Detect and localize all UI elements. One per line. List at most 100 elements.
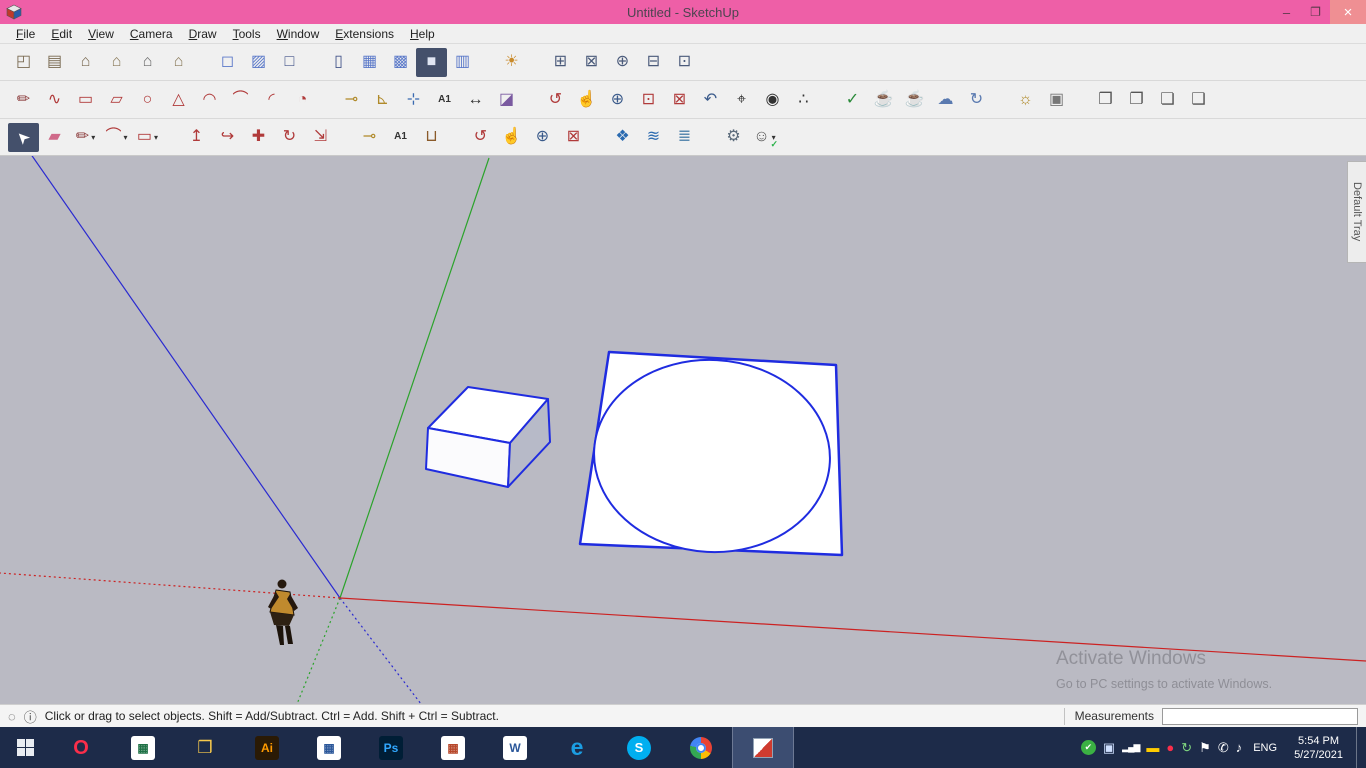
view-back-button[interactable]: ⌂: [132, 48, 163, 77]
rectangle-tool-button[interactable]: ▭: [70, 85, 101, 114]
select-tool-button[interactable]: ➤: [8, 123, 39, 152]
vray-asset-editor-button[interactable]: ✓: [837, 85, 868, 114]
menu-view[interactable]: View: [80, 25, 122, 43]
taskbar-office-2[interactable]: ▦: [298, 727, 360, 768]
zoom-window-tool-button[interactable]: ⊡: [633, 85, 664, 114]
eraser-tool-button[interactable]: ▰: [39, 123, 70, 152]
text-tool-button-2[interactable]: A1: [385, 123, 416, 152]
tray-antivirus-icon[interactable]: ✔: [1081, 740, 1096, 755]
tray-phone-icon[interactable]: ✆: [1218, 740, 1229, 756]
clock[interactable]: 5:54 PM 5/27/2021: [1288, 734, 1349, 762]
solid-outer-shell-button[interactable]: ⊞: [545, 48, 576, 77]
menu-camera[interactable]: Camera: [122, 25, 181, 43]
taskbar-photoshop[interactable]: Ps: [360, 727, 422, 768]
tray-pc-status-icon[interactable]: ▣: [1103, 740, 1115, 756]
tray-dhl-icon[interactable]: ▬: [1146, 740, 1159, 755]
geolocation-status-icon[interactable]: ◌: [8, 709, 16, 724]
menu-draw[interactable]: Draw: [181, 25, 225, 43]
text-tool-button[interactable]: A1: [429, 85, 460, 114]
section-plane-tool-button[interactable]: ◪: [491, 85, 522, 114]
shape-tools-dropdown-button[interactable]: ▭: [132, 123, 163, 152]
taskbar-office-1[interactable]: ▦: [112, 727, 174, 768]
view-iso-button[interactable]: ◰: [8, 48, 39, 77]
show-desktop-button[interactable]: [1356, 727, 1364, 768]
zoom-tool-button[interactable]: ⊕: [602, 85, 633, 114]
dimension-tool-button[interactable]: ↔: [460, 85, 491, 114]
taskbar-edge[interactable]: e: [546, 727, 608, 768]
taskbar-chrome[interactable]: [670, 727, 732, 768]
menu-tools[interactable]: Tools: [225, 25, 269, 43]
vray-batch-render-button[interactable]: ❐: [1121, 85, 1152, 114]
paint-bucket-tool-button[interactable]: ⊔: [416, 123, 447, 152]
pie-tool-button[interactable]: ◔: [287, 85, 318, 114]
rotated-rectangle-tool-button[interactable]: ▱: [101, 85, 132, 114]
polygon-tool-button[interactable]: △: [163, 85, 194, 114]
vray-correction-button[interactable]: ▣: [1041, 85, 1072, 114]
taskbar-opera[interactable]: O: [50, 727, 112, 768]
taskbar-explorer[interactable]: ❒: [174, 727, 236, 768]
two-point-arc-tool-button[interactable]: ◠: [194, 85, 225, 114]
tray-volume-icon[interactable]: ♪: [1236, 740, 1243, 755]
taskbar-word[interactable]: W: [484, 727, 546, 768]
scale-figure[interactable]: [268, 580, 298, 646]
style-xray-button[interactable]: ◻: [212, 48, 243, 77]
zoom-previous-tool-button[interactable]: ↶: [695, 85, 726, 114]
default-tray-tab[interactable]: Default Tray: [1347, 161, 1366, 263]
vray-render-button[interactable]: ☕: [868, 85, 899, 114]
menu-extensions[interactable]: Extensions: [327, 25, 402, 43]
extension-settings-button[interactable]: ⚙: [718, 123, 749, 152]
measurements-input[interactable]: [1162, 708, 1358, 725]
orbit-tool-button[interactable]: ↺: [540, 85, 571, 114]
shadows-toggle-button[interactable]: ☀: [496, 48, 527, 77]
style-wireframe-button[interactable]: □: [274, 48, 305, 77]
vray-interactive-render-button[interactable]: ☕: [899, 85, 930, 114]
menu-help[interactable]: Help: [402, 25, 443, 43]
modeling-viewport[interactable]: Default Tray Activate Windows Go to PC s…: [0, 156, 1366, 704]
position-camera-tool-button[interactable]: ⌖: [726, 85, 757, 114]
line-tool-button[interactable]: ✏: [8, 85, 39, 114]
taskbar-skype[interactable]: S: [608, 727, 670, 768]
freehand-tool-button[interactable]: ∿: [39, 85, 70, 114]
taskbar-office-3[interactable]: ▦: [422, 727, 484, 768]
account-button[interactable]: ☺✓: [749, 123, 780, 152]
solid-subtract-button[interactable]: ⊟: [638, 48, 669, 77]
menu-file[interactable]: File: [8, 25, 43, 43]
solid-trim-button[interactable]: ⊡: [669, 48, 700, 77]
minimize-button[interactable]: –: [1272, 0, 1301, 24]
warehouse-extension-button[interactable]: ❖: [607, 123, 638, 152]
three-point-arc-tool-button[interactable]: ◜: [256, 85, 287, 114]
rotate-tool-button[interactable]: ↻: [274, 123, 305, 152]
arc-tool-button[interactable]: ⌒: [225, 85, 256, 114]
view-right-button[interactable]: ⌂: [101, 48, 132, 77]
tray-sync-icon[interactable]: ↻: [1181, 740, 1192, 756]
close-button[interactable]: ×: [1330, 0, 1366, 24]
axes-tool-button[interactable]: ⊹: [398, 85, 429, 114]
selected-box[interactable]: [426, 387, 550, 487]
language-indicator[interactable]: ENG: [1249, 742, 1281, 754]
line-tools-dropdown-button[interactable]: ✏: [70, 123, 101, 152]
style-sketchy-button[interactable]: ▥: [447, 48, 478, 77]
view-left-button[interactable]: ⌂: [163, 48, 194, 77]
zoom-extents-button-2[interactable]: ⊠: [558, 123, 589, 152]
look-around-tool-button[interactable]: ◉: [757, 85, 788, 114]
restore-button[interactable]: ❐: [1301, 0, 1330, 24]
style-hidden-line-button[interactable]: ▯: [323, 48, 354, 77]
sandbox-extension-button[interactable]: ≋: [638, 123, 669, 152]
view-front-button[interactable]: ⌂: [70, 48, 101, 77]
pan-tool-button-2[interactable]: ☝: [496, 123, 527, 152]
move-tool-button[interactable]: ✚: [243, 123, 274, 152]
style-shaded-textures-button[interactable]: ▩: [385, 48, 416, 77]
tape-measure-tool-button-2[interactable]: ⊸: [354, 123, 385, 152]
tray-network-signal-icon[interactable]: ▂▄▆: [1122, 742, 1139, 753]
vray-lens-effects-button[interactable]: ☼: [1010, 85, 1041, 114]
orbit-tool-button-2[interactable]: ↺: [465, 123, 496, 152]
vray-scene-sync-button[interactable]: ↻: [961, 85, 992, 114]
help-info-icon[interactable]: ⓘ: [24, 707, 37, 726]
scale-tool-button[interactable]: ⇲: [305, 123, 336, 152]
protractor-tool-button[interactable]: ⊾: [367, 85, 398, 114]
view-top-button[interactable]: ▤: [39, 48, 70, 77]
style-shaded-button[interactable]: ▦: [354, 48, 385, 77]
zoom-tool-button-2[interactable]: ⊕: [527, 123, 558, 152]
tags-extension-button[interactable]: ≣: [669, 123, 700, 152]
menu-window[interactable]: Window: [269, 25, 328, 43]
